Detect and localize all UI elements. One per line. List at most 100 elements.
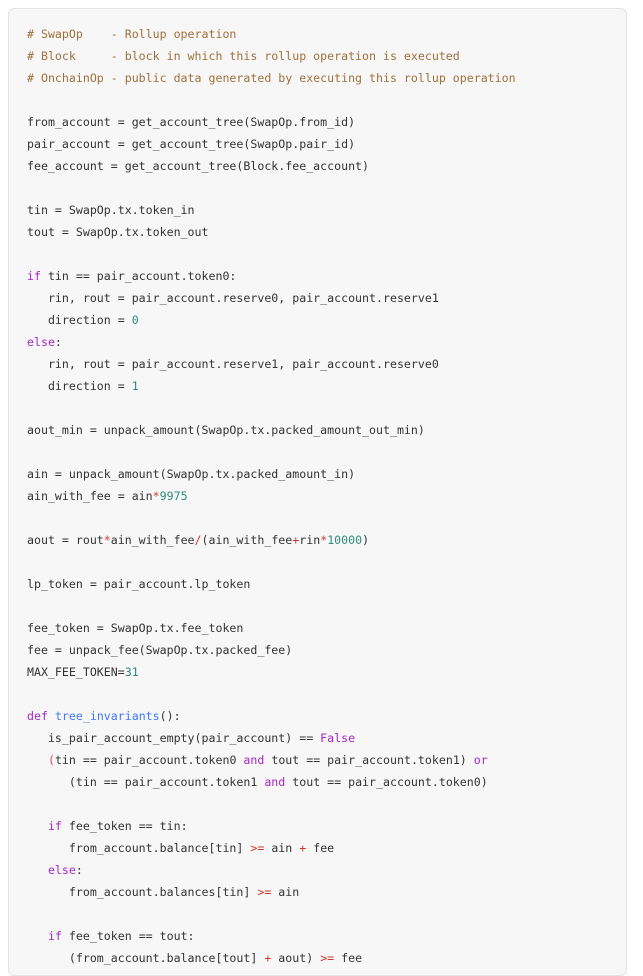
code-token: >= <box>250 841 265 855</box>
code-line: fee_account = get_account_tree(Block.fee… <box>27 155 626 177</box>
code-token: tin == pair_account.token0: <box>40 269 237 283</box>
code-token: fee_account = get_account_tree(Block.fee… <box>27 159 370 173</box>
code-token: ain <box>271 885 300 899</box>
code-token: (tin == pair_account.token1 <box>27 775 265 789</box>
code-token: 0 <box>131 313 139 327</box>
code-token: tin = SwapOp.tx.token_in <box>27 203 195 217</box>
code-token: tree_invariants <box>54 709 160 723</box>
code-line: else: <box>27 331 626 353</box>
code-token: tout == pair_account.token1) <box>264 753 474 767</box>
code-token: False <box>320 731 356 745</box>
code-line: rin, rout = pair_account.reserve1, pair_… <box>27 353 626 375</box>
code-token: else <box>47 863 76 877</box>
code-line: if fee_token == tout: <box>27 925 626 947</box>
code-line: # SwapOp - Rollup operation <box>27 23 626 45</box>
code-line: if tin == pair_account.token0: <box>27 265 626 287</box>
code-line: direction = 1 <box>27 375 626 397</box>
code-token: fee_token = SwapOp.tx.fee_token <box>27 621 244 635</box>
code-token: or <box>473 753 488 767</box>
code-token: (): <box>159 709 181 723</box>
code-line: # Block - block in which this rollup ope… <box>27 45 626 67</box>
code-token: MAX_FEE_TOKEN= <box>27 665 125 679</box>
code-token: # OnchainOp - public data generated by e… <box>27 71 516 85</box>
code-token: tout = SwapOp.tx.token_out <box>27 225 209 239</box>
code-token: lp_token = pair_account.lp_token <box>27 577 251 591</box>
code-token: aout = rout <box>27 533 104 547</box>
code-line: (tin == pair_account.token1 and tout == … <box>27 771 626 793</box>
code-token: fee = unpack_fee(SwapOp.tx.packed_fee) <box>27 643 293 657</box>
code-line: ain = unpack_amount(SwapOp.tx.packed_amo… <box>27 463 626 485</box>
code-line: from_account.balance[tin] >= ain + fee <box>27 837 626 859</box>
code-line: aout = rout*ain_with_fee/(ain_with_fee+r… <box>27 529 626 551</box>
code-token: 10000 <box>327 533 363 547</box>
code-token: >= <box>257 885 272 899</box>
code-line: MAX_FEE_TOKEN=31 <box>27 661 626 683</box>
code-token: (from_account.balance[tout] <box>27 951 265 965</box>
code-token: rin, rout = pair_account.reserve1, pair_… <box>27 357 439 371</box>
code-token: from_account = get_account_tree(SwapOp.f… <box>27 115 356 129</box>
code-line: ain_with_fee = ain*9975 <box>27 485 626 507</box>
code-line: pair_account = get_account_tree(SwapOp.p… <box>27 133 626 155</box>
code-token: ain <box>264 841 300 855</box>
code-token: ain_with_fee <box>110 533 195 547</box>
code-token: if <box>27 269 41 283</box>
code-token: 9975 <box>159 489 188 503</box>
code-line: from_account.nonce < MAX_NONCE <box>27 969 626 975</box>
code-token: fee_token == tin: <box>61 819 188 833</box>
code-token: ( <box>47 753 55 767</box>
code-token: def <box>27 709 48 723</box>
code-token: aout) <box>271 951 321 965</box>
code-line: else: <box>27 859 626 881</box>
code-line: (from_account.balance[tout] + aout) >= f… <box>27 947 626 969</box>
code-token: 1 <box>131 379 139 393</box>
code-line: fee_token = SwapOp.tx.fee_token <box>27 617 626 639</box>
code-line: direction = 0 <box>27 309 626 331</box>
code-line: aout_min = unpack_amount(SwapOp.tx.packe… <box>27 419 626 441</box>
code-token: if <box>47 819 62 833</box>
code-line: if fee_token == tin: <box>27 815 626 837</box>
code-token: and <box>264 775 286 789</box>
code-token: fee <box>334 951 363 965</box>
code-token: and <box>243 753 265 767</box>
code-token: # SwapOp - Rollup operation <box>27 27 237 41</box>
code-token: rin, rout = pair_account.reserve0, pair_… <box>27 291 439 305</box>
code-line: tin = SwapOp.tx.token_in <box>27 199 626 221</box>
code-content: # SwapOp - Rollup operation # Block - blo… <box>9 9 626 975</box>
code-token: * <box>103 533 111 547</box>
code-token: # Block - block in which this rollup ope… <box>27 49 460 63</box>
code-token: direction = <box>27 379 132 393</box>
code-token: from_account.balance[tin] <box>27 841 251 855</box>
code-token: ain = unpack_amount(SwapOp.tx.packed_amo… <box>27 467 356 481</box>
code-line: from_account = get_account_tree(SwapOp.f… <box>27 111 626 133</box>
code-line: lp_token = pair_account.lp_token <box>27 573 626 595</box>
code-block: # SwapOp - Rollup operation # Block - blo… <box>8 8 627 976</box>
code-token: >= <box>320 951 335 965</box>
code-token: pair_account = get_account_tree(SwapOp.p… <box>27 137 356 151</box>
code-token: rin <box>299 533 321 547</box>
code-line: tout = SwapOp.tx.token_out <box>27 221 626 243</box>
code-token: is_pair_account_empty(pair_account) == <box>27 731 321 745</box>
code-token: tout == pair_account.token0) <box>285 775 488 789</box>
code-token: 31 <box>124 665 139 679</box>
code-line: fee = unpack_fee(SwapOp.tx.packed_fee) <box>27 639 626 661</box>
code-token: ) <box>362 533 370 547</box>
code-line: from_account.balances[tin] >= ain <box>27 881 626 903</box>
code-line: (tin == pair_account.token0 and tout == … <box>27 749 626 771</box>
code-token: ain_with_fee = ain <box>27 489 153 503</box>
code-token: from_account.balances[tin] <box>27 885 258 899</box>
